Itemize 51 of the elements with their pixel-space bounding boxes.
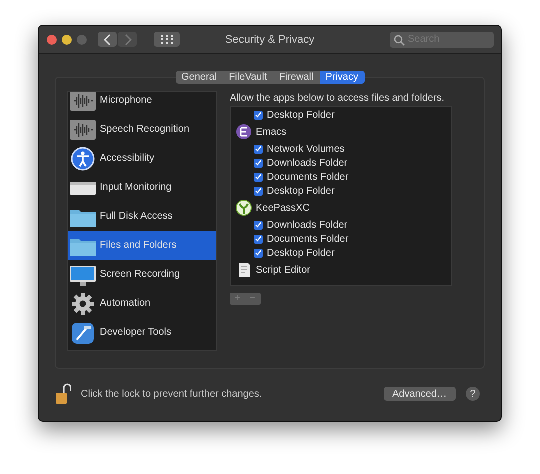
- permission-label: Desktop Folder: [267, 186, 335, 196]
- grid-icon: [161, 35, 173, 44]
- keepass-icon: [236, 200, 252, 216]
- app-name: KeePassXC: [256, 202, 310, 214]
- sidebar-item[interactable]: Accessibility: [68, 144, 216, 173]
- permission-label: Downloads Folder: [267, 158, 348, 168]
- checkbox[interactable]: [254, 158, 263, 168]
- permission-label: Desktop Folder: [267, 110, 335, 120]
- chevron-left-icon: [104, 34, 112, 46]
- sidebar-item[interactable]: Developer Tools: [68, 318, 216, 347]
- checkbox[interactable]: [254, 172, 263, 182]
- document-icon: [236, 262, 252, 278]
- app-name: Emacs: [256, 126, 287, 138]
- tab[interactable]: General: [176, 71, 224, 84]
- sidebar-item[interactable]: Automation: [68, 289, 216, 318]
- window-title: Security & Privacy: [224, 34, 316, 46]
- sidebar-item[interactable]: Microphone: [68, 92, 216, 115]
- sidebar-item[interactable]: Full Disk Access: [68, 202, 216, 231]
- permission-label: Network Volumes: [267, 144, 345, 154]
- lock-button[interactable]: [55, 383, 71, 405]
- back-button[interactable]: [98, 32, 117, 47]
- tab[interactable]: Privacy: [320, 71, 364, 84]
- permission-label: Documents Folder: [267, 172, 349, 182]
- accessibility-icon: [69, 146, 97, 170]
- advanced-button[interactable]: Advanced…: [384, 387, 456, 401]
- sidebar-item[interactable]: Input Monitoring: [68, 173, 216, 202]
- help-button[interactable]: ?: [466, 387, 480, 401]
- checkbox[interactable]: [254, 186, 263, 196]
- close-button[interactable]: [47, 34, 57, 44]
- permission-label: Documents Folder: [267, 234, 349, 244]
- sidebar-item[interactable]: Files and Folders: [68, 231, 216, 260]
- checkbox[interactable]: [254, 220, 263, 230]
- permission-label: Desktop Folder: [267, 248, 335, 258]
- checkbox[interactable]: [254, 110, 263, 120]
- checkbox[interactable]: [254, 248, 263, 258]
- app-name: Script Editor: [256, 264, 310, 276]
- show-all-button[interactable]: [154, 32, 180, 47]
- app-icon: [69, 320, 97, 344]
- checkbox[interactable]: [254, 234, 263, 244]
- permission-label: Downloads Folder: [267, 220, 348, 230]
- emacs-icon: [236, 124, 252, 140]
- sidebar-item[interactable]: Screen Recording: [68, 260, 216, 289]
- checkbox[interactable]: [254, 144, 263, 154]
- description-text: Allow the apps below to access files and folders.: [230, 93, 446, 106]
- chevron-right-icon: [124, 34, 132, 46]
- tab[interactable]: Firewall: [273, 71, 320, 84]
- open-lock-icon: [55, 383, 71, 405]
- sidebar-item[interactable]: Speech Recognition: [68, 115, 216, 144]
- tab[interactable]: FileVault: [223, 71, 274, 84]
- lock-message: Click the lock to prevent further changes.: [81, 388, 264, 400]
- minimize-button[interactable]: [62, 34, 72, 44]
